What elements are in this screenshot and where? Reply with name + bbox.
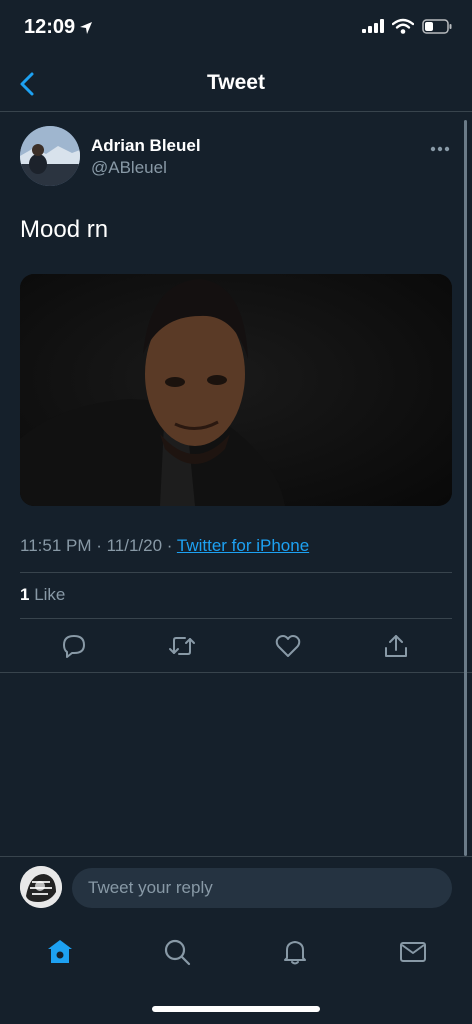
author-name[interactable]: Adrian Bleuel (91, 136, 201, 156)
share-button[interactable] (378, 628, 414, 664)
location-arrow-icon (80, 21, 93, 34)
status-time: 12:09 (24, 16, 93, 39)
tweet-text: Mood rn (20, 216, 109, 243)
avatar-image (20, 866, 62, 908)
timestamp-text: 11:51 PM · 11/1/20 · (20, 536, 177, 555)
tweet-timestamp: 11:51 PM · 11/1/20 · Twitter for iPhone (20, 536, 309, 556)
like-count[interactable]: 1 Like (20, 585, 65, 605)
reply-button[interactable] (56, 628, 92, 664)
divider (0, 672, 472, 673)
bell-icon (284, 941, 306, 965)
cellular-signal-icon (362, 19, 384, 33)
like-count-label: Like (34, 585, 66, 604)
more-options-button[interactable] (430, 136, 450, 157)
tab-messages[interactable] (393, 932, 433, 972)
tweet-actions (0, 628, 472, 666)
author-avatar[interactable] (20, 126, 80, 186)
tab-home[interactable] (40, 932, 80, 972)
page-title: Tweet (207, 71, 265, 94)
divider (20, 618, 452, 619)
reply-icon (63, 635, 85, 658)
tab-notifications[interactable] (275, 932, 315, 972)
scrollbar[interactable] (464, 120, 467, 856)
divider (20, 572, 452, 573)
nav-bar: Tweet (0, 56, 472, 112)
mail-icon (400, 942, 426, 962)
heart-icon (275, 635, 301, 657)
home-icon (48, 940, 72, 963)
user-avatar[interactable] (20, 866, 62, 908)
photo-image (20, 274, 452, 506)
avatar-image (20, 126, 80, 186)
wifi-icon (392, 18, 414, 34)
search-icon (164, 939, 191, 966)
tab-search[interactable] (157, 932, 197, 972)
like-count-number: 1 (20, 585, 30, 604)
share-icon (385, 635, 407, 657)
battery-icon (422, 18, 452, 34)
reply-input[interactable]: Tweet your reply (72, 868, 452, 908)
status-bar: 12:09 (0, 0, 472, 60)
tweet-media-image[interactable] (20, 274, 452, 506)
status-icons (362, 18, 452, 34)
like-button[interactable] (270, 628, 306, 664)
source-link[interactable]: Twitter for iPhone (177, 536, 309, 555)
retweet-button[interactable] (164, 628, 200, 664)
home-indicator (152, 1006, 320, 1012)
status-time-text: 12:09 (24, 16, 76, 38)
ellipsis-icon (430, 146, 450, 152)
tab-bar (0, 918, 472, 988)
author-handle[interactable]: @ABleuel (91, 158, 167, 178)
retweet-icon (169, 637, 195, 655)
